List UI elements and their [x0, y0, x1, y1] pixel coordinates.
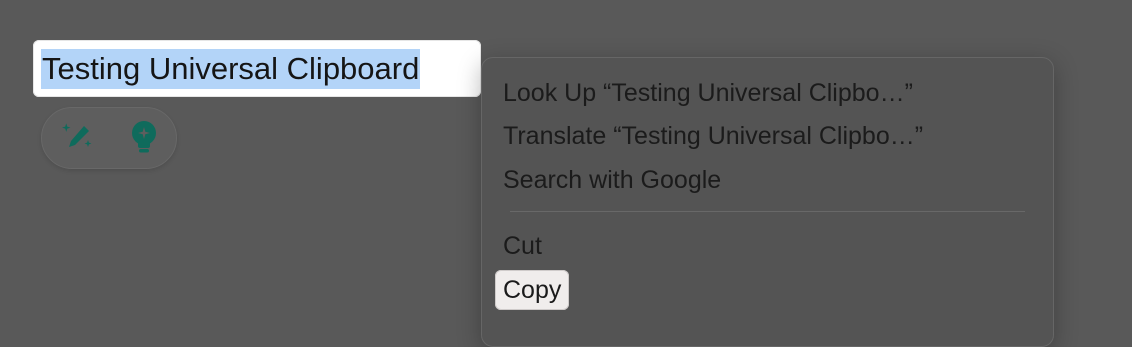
writing-tools-button[interactable] — [59, 120, 97, 158]
lightbulb-icon — [127, 119, 161, 160]
selected-text[interactable]: Testing Universal Clipboard — [41, 49, 421, 89]
context-menu: Look Up “Testing Universal Clipbo…” Tran… — [481, 57, 1054, 347]
menu-item-translate[interactable]: Translate “Testing Universal Clipbo…” — [495, 117, 931, 155]
pen-sparkles-icon — [61, 120, 95, 159]
menu-separator — [510, 211, 1025, 212]
summarize-button[interactable] — [125, 120, 163, 158]
menu-item-cut[interactable]: Cut — [495, 227, 550, 265]
text-field[interactable]: Testing Universal Clipboard — [33, 40, 481, 97]
writing-tools-bar — [41, 107, 177, 169]
menu-item-look-up[interactable]: Look Up “Testing Universal Clipbo…” — [495, 74, 921, 112]
menu-item-copy[interactable]: Copy — [495, 270, 570, 310]
menu-item-search-with-google[interactable]: Search with Google — [495, 161, 729, 199]
